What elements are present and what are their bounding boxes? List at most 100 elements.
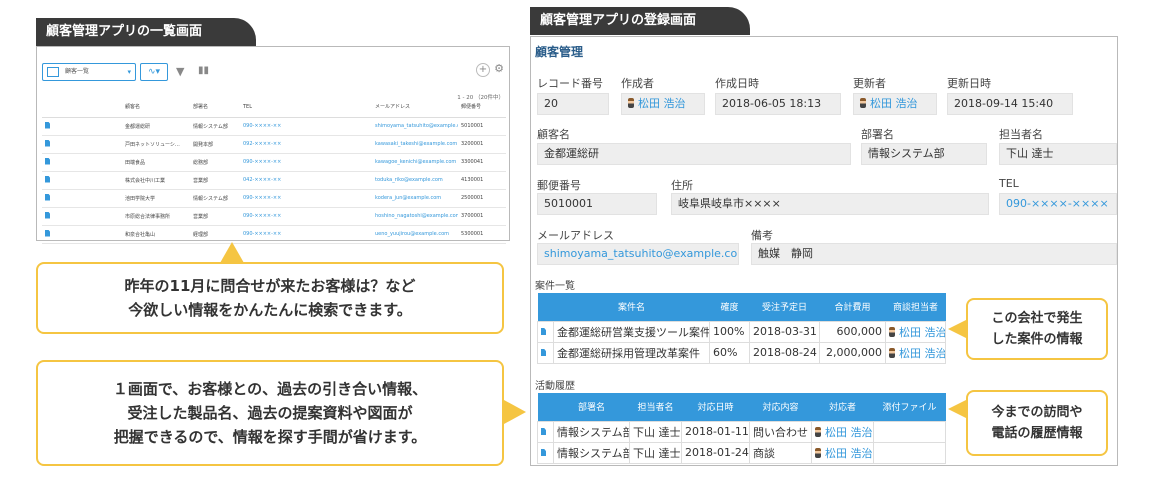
user-icon (860, 98, 866, 108)
column-header: 合計費用 (819, 293, 886, 321)
zip-field: 5010001 (537, 193, 657, 215)
callout-arrow (220, 242, 244, 263)
table-cell[interactable]: 松田 浩治 (811, 420, 874, 443)
user-icon (628, 98, 634, 108)
add-record-button[interactable]: + (476, 63, 490, 77)
document-icon[interactable] (541, 328, 546, 335)
table-cell (873, 420, 946, 443)
document-icon[interactable] (45, 229, 50, 237)
table-cell[interactable]: kodera_jun@example.com (372, 189, 458, 208)
table-row[interactable]: 株式会社中川工業 営業部 042-××××-×× toduka_riko@exampl… (42, 171, 506, 190)
email-field[interactable]: shimoyama_tatsuhito@example.com (537, 243, 739, 265)
table-cell[interactable]: 090-××××-×× (240, 189, 372, 208)
customer-label: 顧客名 (537, 128, 570, 141)
table-header: 部署名 担当者名 対応日時 対応内容 対応者 添付ファイル (537, 393, 946, 421)
table-row[interactable]: 金都運総研 情報システム部 090-××××-×× shimoyama_tatsuhi… (42, 117, 506, 136)
table-row[interactable]: 池田学院大学 情報システム部 090-××××-×× kodera_jun@examp… (42, 189, 506, 208)
table-cell[interactable]: 松田 浩治 (885, 320, 946, 343)
tel-field[interactable]: 090-××××-×××× (999, 193, 1117, 215)
column-header[interactable]: 郵便番号 (458, 97, 506, 118)
deals-callout: この会社で発生 した案件の情報 (966, 298, 1108, 360)
column-header (537, 293, 554, 321)
column-header: 添付ファイル (873, 393, 946, 421)
table-cell: 3700001 (458, 207, 506, 226)
history-callout: 今までの訪問や 電話の履歴情報 (966, 390, 1108, 456)
updater-field[interactable]: 松田 浩治 (853, 93, 937, 115)
gear-icon[interactable]: ⚙ (494, 62, 504, 75)
table-cell[interactable]: 090-××××-×× (240, 117, 372, 136)
row-icon-cell (537, 341, 554, 364)
column-header[interactable]: 顧客名 (122, 97, 190, 118)
column-header[interactable]: メールアドレス (372, 97, 458, 118)
row-spacer-cell (56, 153, 122, 172)
zip-label: 郵便番号 (537, 179, 581, 192)
filter-icon[interactable]: ▼ (176, 65, 184, 78)
column-header (56, 97, 122, 118)
table-row[interactable]: 田端食品 総務部 090-××××-×× kawagoe_kenichi@exampl… (42, 153, 506, 172)
table-cell[interactable]: ueno_yuujirou@example.com (372, 225, 458, 244)
row-spacer-cell (56, 171, 122, 190)
document-icon[interactable] (541, 428, 546, 435)
table-row[interactable]: 戸田ネットソリューシ… 開発本部 092-××××-×× kawasaki_takes… (42, 135, 506, 154)
table-cell: 2018-08-24 (749, 341, 820, 364)
row-spacer-cell (56, 135, 122, 154)
document-icon[interactable] (45, 211, 50, 219)
table-cell: 4130001 (458, 171, 506, 190)
table-cell: 和泉合社亀山 (122, 225, 190, 244)
created-field: 2018-06-05 18:13 (715, 93, 841, 115)
view-select[interactable]: 顧客一覧 ▾ (42, 63, 136, 81)
document-icon[interactable] (45, 193, 50, 201)
record-no-label: レコード番号 (537, 77, 603, 90)
table-cell[interactable]: 松田 浩治 (885, 341, 946, 364)
table-cell[interactable]: hoshino_nagatoshi@example.com (372, 207, 458, 226)
table-cell[interactable]: shimoyama_tatsuhito@example.com (372, 117, 458, 136)
document-icon[interactable] (45, 121, 50, 129)
document-icon[interactable] (541, 349, 546, 356)
table-cell: 経理部 (190, 225, 240, 244)
table-row[interactable]: 和泉合社亀山 経理部 090-××××-×× ueno_yuujirou@exampl… (42, 225, 506, 244)
table-cell[interactable]: 042-××××-×× (240, 171, 372, 190)
callout-arrow (948, 400, 966, 418)
bar-chart-icon[interactable]: ▮▮ (198, 65, 209, 76)
table-row[interactable]: 情報システム部 下山 達士 2018-01-24 商談 松田 浩治 (537, 441, 946, 464)
table-cell[interactable]: 090-××××-×× (240, 153, 372, 172)
row-icon-cell (42, 171, 56, 190)
document-icon[interactable] (45, 139, 50, 147)
email-label: メールアドレス (537, 229, 614, 242)
table-cell: 戸田ネットソリューシ… (122, 135, 190, 154)
table-cell[interactable]: 090-××××-×× (240, 207, 372, 226)
column-header: 対応内容 (749, 393, 812, 421)
graph-button[interactable]: ∿▾ (140, 63, 168, 81)
list-toolbar: 顧客一覧 ▾ ∿▾ ▼ ▮▮ + ⚙ 1 - 20 （20件中） (42, 55, 504, 101)
list-screen-tab: 顧客管理アプリの一覧画面 (36, 18, 256, 46)
user-icon (815, 447, 821, 458)
column-header[interactable]: TEL (240, 97, 372, 118)
table-cell: 総務部 (190, 153, 240, 172)
table-cell[interactable]: 092-××××-×× (240, 135, 372, 154)
table-cell[interactable]: kawasaki_takeshi@example.com (372, 135, 458, 154)
document-icon[interactable] (541, 449, 546, 456)
table-cell: 情報システム部 (190, 189, 240, 208)
created-label: 作成日時 (715, 77, 759, 90)
dept-field: 情報システム部 (861, 143, 987, 165)
column-header: 商談担当者 (885, 293, 946, 321)
table-cell: 開発本部 (190, 135, 240, 154)
creator-field[interactable]: 松田 浩治 (621, 93, 705, 115)
table-cell: 下山 達士 (629, 441, 682, 464)
user-name: 松田 浩治 (899, 346, 946, 360)
user-name: 松田 浩治 (825, 425, 873, 439)
column-header[interactable]: 部署名 (190, 97, 240, 118)
document-icon[interactable] (45, 157, 50, 165)
table-row[interactable]: 金都運総研営業支援ツール案件 100% 2018-03-31 600,000 松田 浩治 (537, 320, 946, 343)
user-icon (889, 326, 895, 337)
table-cell[interactable]: 090-××××-×× (240, 225, 372, 244)
table-row[interactable]: 市原総合法律事務所 営業部 090-××××-×× hoshino_nagatoshi… (42, 207, 506, 226)
row-icon-cell (42, 207, 56, 226)
table-cell[interactable]: 松田 浩治 (811, 441, 874, 464)
table-row[interactable]: 金都運総研採用管理改革案件 60% 2018-08-24 2,000,000 松田 浩治 (537, 341, 946, 364)
table-cell[interactable]: kawagoe_kenichi@example.com (372, 153, 458, 172)
document-icon[interactable] (45, 175, 50, 183)
table-row[interactable]: 情報システム部 下山 達士 2018-01-11 問い合わせ 松田 浩治 (537, 420, 946, 443)
table-cell: 情報システム部 (190, 117, 240, 136)
table-cell[interactable]: toduka_riko@example.com (372, 171, 458, 190)
